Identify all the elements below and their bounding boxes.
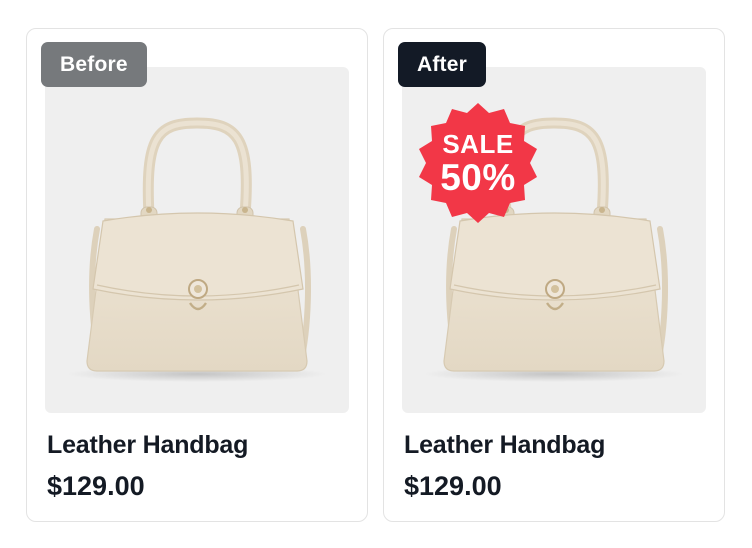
- product-card-after[interactable]: After SALE 50% Leather Handbag $129.00: [383, 28, 725, 522]
- before-label: Before: [41, 42, 147, 87]
- product-title[interactable]: Leather Handbag: [404, 431, 605, 460]
- product-image[interactable]: [45, 67, 349, 413]
- handbag-image: [67, 117, 327, 382]
- sale-percent: 50%: [440, 157, 516, 198]
- after-label: After: [398, 42, 487, 87]
- product-card-before[interactable]: Before Leather Handbag $129.00: [26, 28, 368, 522]
- product-price: $129.00: [47, 471, 145, 501]
- sale-badge: SALE 50%: [413, 99, 543, 229]
- sale-word: SALE: [442, 129, 514, 159]
- product-title[interactable]: Leather Handbag: [47, 431, 248, 460]
- product-price: $129.00: [404, 471, 502, 501]
